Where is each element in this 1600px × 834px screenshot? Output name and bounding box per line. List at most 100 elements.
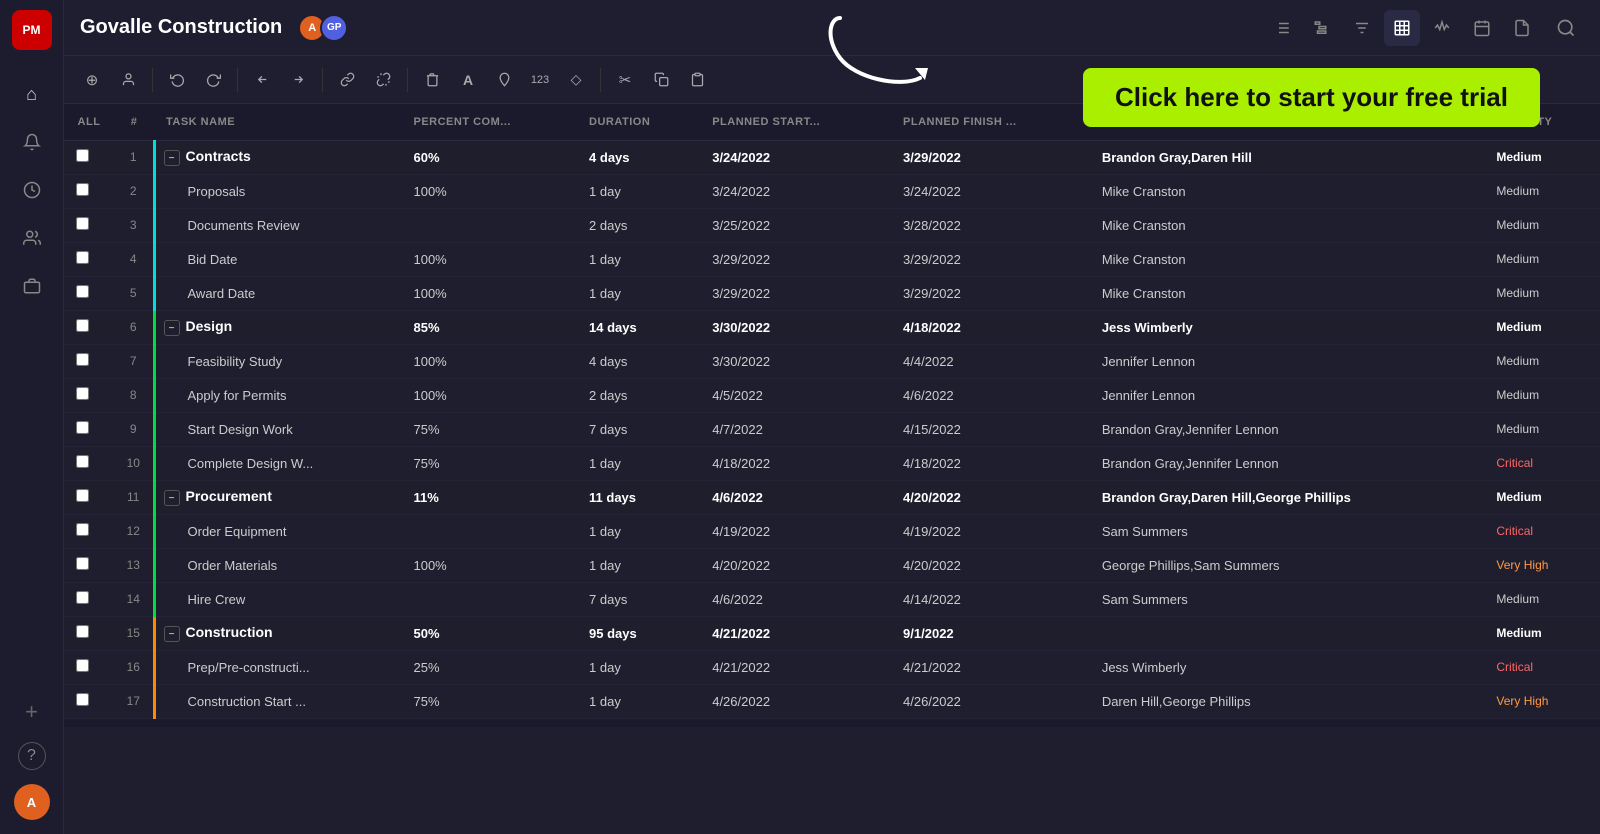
table-row[interactable]: 1 −Contracts 60% 4 days 3/24/2022 3/29/2… xyxy=(64,140,1600,174)
view-filter[interactable] xyxy=(1344,10,1380,46)
table-row[interactable]: 6 −Design 85% 14 days 3/30/2022 4/18/202… xyxy=(64,310,1600,344)
undo-button[interactable] xyxy=(161,64,193,96)
paste-button[interactable] xyxy=(681,64,713,96)
row-checkbox[interactable] xyxy=(64,480,114,514)
row-checkbox[interactable] xyxy=(64,412,114,446)
row-checkbox[interactable] xyxy=(64,446,114,480)
row-task-name[interactable]: −Procurement xyxy=(154,480,401,514)
row-checkbox[interactable] xyxy=(64,242,114,276)
table-row[interactable]: 17 Construction Start ... 75% 1 day 4/26… xyxy=(64,684,1600,718)
table-row[interactable]: 4 Bid Date 100% 1 day 3/29/2022 3/29/202… xyxy=(64,242,1600,276)
sidebar-item-home[interactable]: ⌂ xyxy=(12,74,52,114)
row-task-name[interactable]: Complete Design W... xyxy=(154,446,401,480)
row-task-name[interactable]: −Construction xyxy=(154,616,401,650)
col-task-name[interactable]: TASK NAME xyxy=(154,104,401,140)
search-icon[interactable] xyxy=(1548,10,1584,46)
row-task-name[interactable]: Proposals xyxy=(154,174,401,208)
user-avatar[interactable]: A xyxy=(14,784,50,820)
row-checkbox[interactable] xyxy=(64,276,114,310)
copy-button[interactable] xyxy=(645,64,677,96)
row-planned-finish: 4/4/2022 xyxy=(891,344,1090,378)
add-person-button[interactable] xyxy=(112,64,144,96)
row-planned-finish: 9/1/2022 xyxy=(891,616,1090,650)
outdent-button[interactable] xyxy=(246,64,278,96)
row-task-name[interactable]: Start Design Work xyxy=(154,412,401,446)
view-waveform[interactable] xyxy=(1424,10,1460,46)
table-row[interactable]: 8 Apply for Permits 100% 2 days 4/5/2022… xyxy=(64,378,1600,412)
view-list[interactable] xyxy=(1264,10,1300,46)
view-document[interactable] xyxy=(1504,10,1540,46)
row-task-name[interactable]: Hire Crew xyxy=(154,582,401,616)
link-button[interactable] xyxy=(331,64,363,96)
row-task-name[interactable]: Construction Start ... xyxy=(154,684,401,718)
table-row[interactable]: 9 Start Design Work 75% 7 days 4/7/2022 … xyxy=(64,412,1600,446)
sidebar-item-portfolio[interactable] xyxy=(12,266,52,306)
table-row[interactable]: 2 Proposals 100% 1 day 3/24/2022 3/24/20… xyxy=(64,174,1600,208)
table-row[interactable]: 11 −Procurement 11% 11 days 4/6/2022 4/2… xyxy=(64,480,1600,514)
row-checkbox[interactable] xyxy=(64,208,114,242)
row-task-name[interactable]: Feasibility Study xyxy=(154,344,401,378)
color-button[interactable] xyxy=(488,64,520,96)
row-task-name[interactable]: −Design xyxy=(154,310,401,344)
row-checkbox[interactable] xyxy=(64,344,114,378)
sidebar-item-notifications[interactable] xyxy=(12,122,52,162)
table-row[interactable]: 15 −Construction 50% 95 days 4/21/2022 9… xyxy=(64,616,1600,650)
sidebar-item-help[interactable]: ? xyxy=(18,742,46,770)
row-checkbox[interactable] xyxy=(64,514,114,548)
row-checkbox[interactable] xyxy=(64,140,114,174)
add-task-button[interactable]: ⊕ xyxy=(76,64,108,96)
row-checkbox[interactable] xyxy=(64,378,114,412)
row-task-name[interactable]: −Contracts xyxy=(154,140,401,174)
view-table[interactable] xyxy=(1384,10,1420,46)
row-checkbox[interactable] xyxy=(64,582,114,616)
row-task-name[interactable]: Award Date xyxy=(154,276,401,310)
row-checkbox[interactable] xyxy=(64,174,114,208)
row-checkbox[interactable] xyxy=(64,684,114,718)
row-checkbox[interactable] xyxy=(64,650,114,684)
row-task-name[interactable]: Apply for Permits xyxy=(154,378,401,412)
redo-button[interactable] xyxy=(197,64,229,96)
sidebar-item-add[interactable]: + xyxy=(12,692,52,732)
row-checkbox[interactable] xyxy=(64,616,114,650)
col-planned-start[interactable]: PLANNED START... xyxy=(700,104,891,140)
table-row[interactable]: 7 Feasibility Study 100% 4 days 3/30/202… xyxy=(64,344,1600,378)
row-duration: 1 day xyxy=(577,514,700,548)
row-task-name[interactable]: Prep/Pre-constructi... xyxy=(154,650,401,684)
row-checkbox[interactable] xyxy=(64,310,114,344)
col-percent[interactable]: PERCENT COM... xyxy=(401,104,577,140)
row-planned-start: 3/24/2022 xyxy=(700,174,891,208)
table-row[interactable]: 3 Documents Review 2 days 3/25/2022 3/28… xyxy=(64,208,1600,242)
table-row[interactable]: 10 Complete Design W... 75% 1 day 4/18/2… xyxy=(64,446,1600,480)
row-task-name[interactable]: Bid Date xyxy=(154,242,401,276)
sidebar-item-people[interactable] xyxy=(12,218,52,258)
unlink-button[interactable] xyxy=(367,64,399,96)
table-row[interactable]: 12 Order Equipment 1 day 4/19/2022 4/19/… xyxy=(64,514,1600,548)
col-all[interactable]: ALL xyxy=(64,104,114,140)
view-gantt[interactable] xyxy=(1304,10,1340,46)
row-task-name[interactable]: Order Materials xyxy=(154,548,401,582)
table-row[interactable]: 5 Award Date 100% 1 day 3/29/2022 3/29/2… xyxy=(64,276,1600,310)
shape-button[interactable]: ◇ xyxy=(560,64,592,96)
app-logo[interactable]: PM xyxy=(12,10,52,50)
table-row[interactable]: 14 Hire Crew 7 days 4/6/2022 4/14/2022 S… xyxy=(64,582,1600,616)
view-calendar[interactable] xyxy=(1464,10,1500,46)
delete-button[interactable] xyxy=(416,64,448,96)
font-button[interactable]: A xyxy=(452,64,484,96)
row-percent: 100% xyxy=(401,242,577,276)
avatar-gp[interactable]: GP xyxy=(320,14,348,42)
row-task-name[interactable]: Order Equipment xyxy=(154,514,401,548)
sidebar-item-time[interactable] xyxy=(12,170,52,210)
sep-1 xyxy=(152,68,153,92)
cta-banner[interactable]: Click here to start your free trial xyxy=(1083,68,1540,127)
row-priority: Medium xyxy=(1484,140,1600,174)
row-checkbox[interactable] xyxy=(64,548,114,582)
indent-button[interactable] xyxy=(282,64,314,96)
col-planned-finish[interactable]: PLANNED FINISH ... xyxy=(891,104,1090,140)
table-row[interactable]: 13 Order Materials 100% 1 day 4/20/2022 … xyxy=(64,548,1600,582)
table-row[interactable]: 16 Prep/Pre-constructi... 25% 1 day 4/21… xyxy=(64,650,1600,684)
row-planned-finish: 4/15/2022 xyxy=(891,412,1090,446)
cut-button[interactable]: ✂ xyxy=(609,64,641,96)
row-task-name[interactable]: Documents Review xyxy=(154,208,401,242)
number-button[interactable]: 123 xyxy=(524,64,556,96)
col-duration[interactable]: DURATION xyxy=(577,104,700,140)
